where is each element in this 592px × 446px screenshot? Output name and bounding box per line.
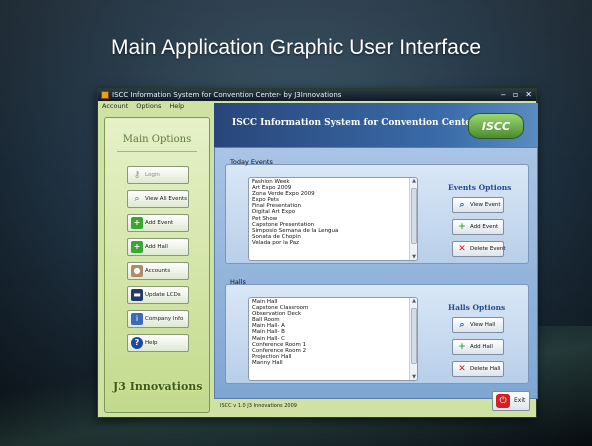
halls-group: Halls Main Hall Capstone Classroom Observa… [225, 278, 529, 384]
plus-icon: + [458, 222, 466, 232]
company-logo: J3 Innovations [113, 380, 203, 393]
version-status: ISCC v 1.0 J3 Innovations 2009 [220, 403, 297, 409]
halls-scrollbar[interactable]: ▲ ▼ [409, 298, 417, 380]
header-banner: ISCC Information System for Convention C… [214, 103, 538, 147]
scroll-thumb[interactable] [411, 308, 417, 364]
scroll-down-icon[interactable]: ▼ [410, 374, 417, 380]
window-title: ISCC Information System for Convention C… [112, 91, 342, 99]
magnifier-icon: ⌕ [134, 194, 140, 204]
list-item[interactable]: Velada por la Paz [252, 240, 414, 246]
view-event-button[interactable]: ⌕ View Event [452, 197, 504, 213]
question-icon: ? [131, 337, 143, 349]
plus-icon: + [458, 342, 466, 352]
add-hall-option-button[interactable]: + Add Hall [452, 339, 504, 355]
view-all-events-button[interactable]: ⌕ View All Events [127, 190, 189, 208]
delete-event-button[interactable]: ✕ Delete Event [452, 241, 506, 257]
key-icon: ⚷ [133, 170, 141, 180]
add-event-option-button[interactable]: + Add Event [452, 219, 504, 235]
sidebar-title: Main Options [117, 134, 197, 152]
delete-x-icon: ✕ [458, 244, 466, 254]
add-hall-button[interactable]: + Add Hall [127, 238, 189, 256]
app-icon [101, 91, 109, 99]
main-panel: Today Events Fashion Week Art Expo 2009 Zo… [214, 147, 538, 399]
window-titlebar[interactable]: ISCC Information System for Convention C… [98, 89, 536, 101]
menu-account[interactable]: Account [102, 101, 128, 112]
app-window: ISCC Information System for Convention C… [97, 88, 538, 418]
halls-options-title: Halls Options [448, 303, 506, 312]
company-info-button[interactable]: i Company Info [127, 310, 189, 328]
halls-list[interactable]: Main Hall Capstone Classroom Observation D… [248, 297, 418, 381]
header-title: ISCC Information System for Convention C… [232, 118, 476, 128]
events-group-label: Today Events [230, 158, 273, 166]
events-group: Today Events Fashion Week Art Expo 2009 Zo… [225, 158, 529, 264]
magnifier-icon: ⌕ [459, 200, 465, 210]
delete-hall-button[interactable]: ✕ Delete Hall [452, 361, 504, 377]
user-icon: ● [131, 265, 143, 277]
power-icon: ⏻ [496, 394, 510, 408]
slide-title: Main Application Graphic User Interface [110, 36, 481, 59]
info-icon: i [131, 313, 143, 325]
help-button[interactable]: ? Help [127, 334, 189, 352]
add-event-button[interactable]: + Add Event [127, 214, 189, 232]
plus-icon: + [131, 241, 143, 253]
update-lcds-button[interactable]: ▬ Update LCDs [127, 286, 189, 304]
menu-options[interactable]: Options [136, 101, 161, 112]
list-item[interactable]: Manny Hall [252, 360, 414, 366]
view-hall-button[interactable]: ⌕ View Hall [452, 317, 504, 333]
scroll-up-icon[interactable]: ▲ [410, 178, 417, 184]
events-scrollbar[interactable]: ▲ ▼ [409, 178, 417, 260]
magnifier-icon: ⌕ [459, 320, 465, 330]
login-button[interactable]: ⚷ Login [127, 166, 189, 184]
sidebar: Main Options ⚷ Login ⌕ View All Events +… [104, 117, 210, 413]
plus-icon: + [131, 217, 143, 229]
events-options-title: Events Options [448, 183, 512, 192]
halls-group-label: Halls [230, 278, 246, 286]
maximize-icon[interactable]: ▫ [513, 89, 518, 101]
monitor-icon: ▬ [131, 289, 143, 301]
scroll-thumb[interactable] [411, 188, 417, 244]
scroll-down-icon[interactable]: ▼ [410, 254, 417, 260]
accounts-button[interactable]: ● Accounts [127, 262, 189, 280]
delete-x-icon: ✕ [458, 364, 466, 374]
close-icon[interactable]: ✕ [525, 89, 532, 101]
scroll-up-icon[interactable]: ▲ [410, 298, 417, 304]
iscc-logo: ISCC [468, 113, 524, 139]
events-list[interactable]: Fashion Week Art Expo 2009 Zona Verde Expo… [248, 177, 418, 261]
minimize-icon[interactable]: ‒ [501, 89, 506, 101]
exit-button[interactable]: ⏻ Exit [492, 391, 530, 411]
menu-help[interactable]: Help [169, 101, 184, 112]
